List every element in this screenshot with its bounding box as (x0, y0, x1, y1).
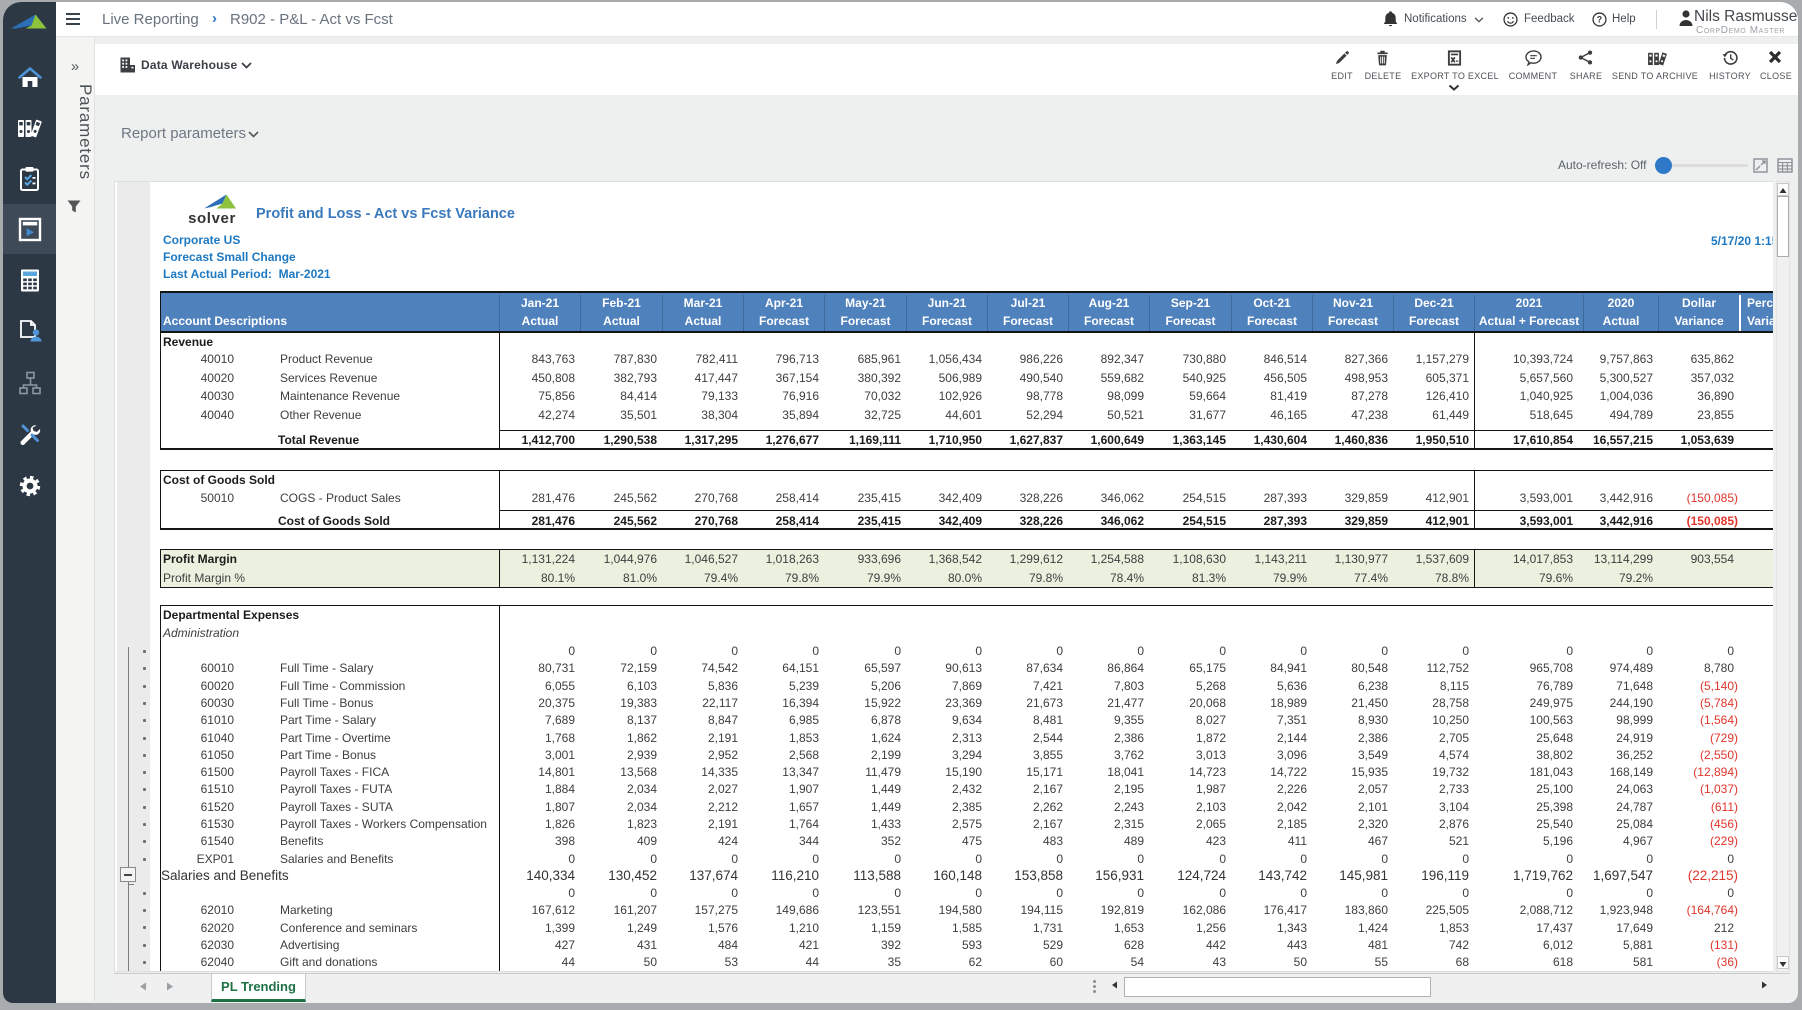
svg-text:?: ? (1597, 15, 1602, 25)
